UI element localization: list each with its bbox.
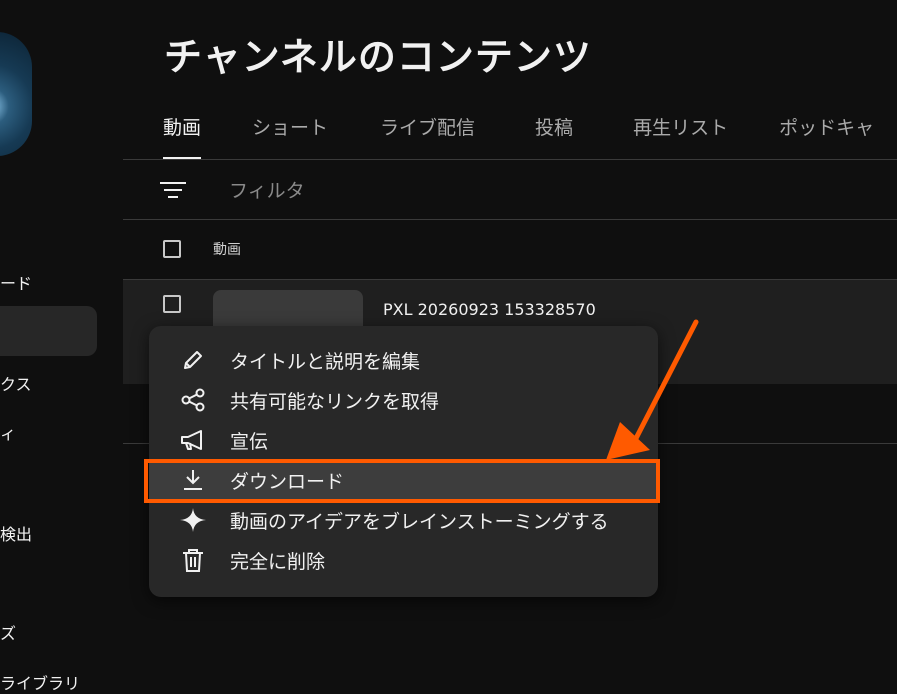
- sidebar-item-customization-label[interactable]: ズ: [0, 620, 16, 644]
- pencil-icon: [179, 348, 207, 372]
- channel-avatar[interactable]: [0, 32, 32, 156]
- menu-item-label: タイトルと説明を編集: [230, 351, 421, 373]
- filter-divider: [123, 219, 897, 220]
- content-tabs: 動画 ショート ライブ配信 投稿 再生リスト ポッドキャ: [123, 100, 897, 160]
- sidebar-item-audio-library-label[interactable]: ライブラリ: [0, 670, 80, 694]
- sidebar-item-content-active[interactable]: [0, 306, 97, 356]
- share-icon: [179, 388, 207, 412]
- tab-podcasts[interactable]: ポッドキャ: [779, 100, 874, 160]
- sidebar-item-analytics-label[interactable]: クス: [0, 371, 32, 395]
- video-title[interactable]: PXL 20260923 153328570: [383, 300, 596, 319]
- menu-item-label: 宣伝: [230, 431, 269, 453]
- annotation-highlight-box: [144, 459, 660, 503]
- menu-item-share-link[interactable]: 共有可能なリンクを取得: [149, 380, 658, 420]
- sidebar-item-upload-label[interactable]: ード: [0, 270, 32, 294]
- filter-icon[interactable]: [160, 180, 186, 200]
- row-checkbox[interactable]: [163, 295, 181, 313]
- sparkle-icon: [179, 508, 207, 532]
- sidebar-item-copyright-label[interactable]: 検出: [0, 521, 32, 545]
- menu-item-label: 完全に削除: [230, 551, 326, 573]
- menu-item-label: 動画のアイデアをブレインストーミングする: [230, 511, 609, 533]
- menu-item-promote[interactable]: 宣伝: [149, 420, 658, 460]
- menu-item-brainstorm[interactable]: 動画のアイデアをブレインストーミングする: [149, 500, 658, 540]
- tab-shorts[interactable]: ショート: [252, 100, 328, 160]
- annotation-arrow-icon: [606, 319, 699, 460]
- menu-item-label: 共有可能なリンクを取得: [230, 391, 440, 413]
- tab-live[interactable]: ライブ配信: [380, 100, 475, 160]
- menu-item-delete[interactable]: 完全に削除: [149, 540, 658, 580]
- menu-item-edit-title[interactable]: タイトルと説明を編集: [149, 340, 658, 380]
- tab-videos[interactable]: 動画: [163, 100, 202, 160]
- tabs-divider: [123, 159, 897, 160]
- filter-input[interactable]: フィルタ: [229, 176, 305, 203]
- tab-posts[interactable]: 投稿: [535, 100, 573, 160]
- tab-playlists[interactable]: 再生リスト: [633, 100, 728, 160]
- sidebar-item-community-label[interactable]: ィ: [0, 420, 16, 444]
- megaphone-icon: [179, 428, 207, 452]
- page-title: チャンネルのコンテンツ: [164, 35, 592, 79]
- trash-icon: [179, 548, 207, 572]
- select-all-checkbox[interactable]: [163, 240, 181, 258]
- column-header-video: 動画: [213, 242, 241, 258]
